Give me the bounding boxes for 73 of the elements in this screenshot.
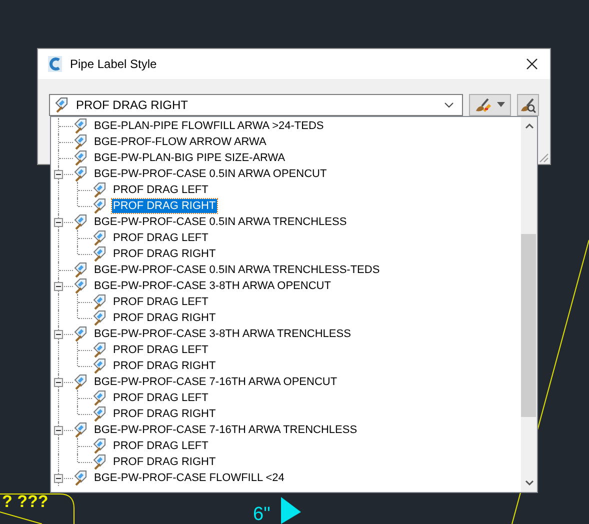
- app-logo-icon: [48, 56, 62, 72]
- brush-magnifier-icon: [520, 97, 536, 113]
- tree-item[interactable]: PROF DRAG LEFT: [112, 391, 210, 405]
- drawing-line: [0, 512, 42, 524]
- tree-item[interactable]: BGE-PW-PROF-CASE 3-8TH ARWA TRENCHLESS: [93, 327, 352, 341]
- tag-brush-icon: [73, 326, 89, 342]
- collapse-toggle-icon[interactable]: [54, 378, 63, 387]
- caret-icon: [496, 102, 506, 108]
- browse-style-button[interactable]: [517, 94, 539, 116]
- tag-brush-icon: [73, 262, 89, 278]
- tree-item[interactable]: PROF DRAG LEFT: [112, 231, 210, 245]
- annotation-text: ? ???: [2, 493, 48, 511]
- tag-brush-icon: [92, 358, 108, 374]
- chevron-up-icon: [524, 123, 534, 129]
- tree-item[interactable]: PROF DRAG LEFT: [112, 295, 210, 309]
- tree-item[interactable]: BGE-PW-PROF-CASE 7-16TH ARWA TRENCHLESS: [93, 423, 358, 437]
- tree-item[interactable]: PROF DRAG LEFT: [112, 343, 210, 357]
- tag-brush-icon: [54, 97, 70, 113]
- tag-brush-icon: [73, 278, 89, 294]
- collapse-toggle-icon[interactable]: [54, 282, 63, 291]
- tree-item[interactable]: PROF DRAG LEFT: [112, 183, 210, 197]
- tree-item[interactable]: PROF DRAG LEFT: [112, 439, 210, 453]
- tree-item[interactable]: PROF DRAG RIGHT: [112, 407, 217, 421]
- tag-brush-icon: [73, 166, 89, 182]
- collapse-toggle-icon[interactable]: [54, 474, 63, 483]
- tag-brush-icon: [92, 198, 108, 214]
- close-icon: [526, 58, 538, 70]
- tag-brush-icon: [73, 422, 89, 438]
- tag-brush-icon: [73, 374, 89, 390]
- tree-item[interactable]: BGE-PW-PROF-CASE 7-16TH ARWA OPENCUT: [93, 375, 338, 389]
- tag-brush-icon: [92, 406, 108, 422]
- tree-item[interactable]: BGE-PW-PROF-CASE 0.5IN ARWA TRENCHLESS-TEDS: [93, 263, 381, 277]
- tree-item[interactable]: BGE-PW-PROF-CASE 0.5IN ARWA OPENCUT: [93, 167, 328, 181]
- dimension-text: 6": [253, 505, 270, 524]
- chevron-down-icon: [444, 102, 454, 108]
- collapse-toggle-icon[interactable]: [54, 426, 63, 435]
- tag-brush-icon: [92, 310, 108, 326]
- style-dropdown[interactable]: PROF DRAG RIGHT: [49, 94, 463, 116]
- tree-item[interactable]: BGE-PW-PLAN-BIG PIPE SIZE-ARWA: [93, 151, 286, 165]
- edit-style-button[interactable]: [469, 94, 511, 116]
- window-title: Pipe Label Style: [70, 57, 157, 71]
- tree-item[interactable]: PROF DRAG RIGHT: [112, 311, 217, 325]
- tag-brush-icon: [92, 390, 108, 406]
- collapse-toggle-icon[interactable]: [54, 218, 63, 227]
- tree-item[interactable]: BGE-PW-PROF-CASE 0.5IN ARWA TRENCHLESS: [93, 215, 348, 229]
- collapse-toggle-icon[interactable]: [54, 330, 63, 339]
- tree-item[interactable]: BGE-PROF-FLOW ARROW ARWA: [93, 135, 268, 149]
- tree-item[interactable]: PROF DRAG RIGHT: [112, 247, 217, 261]
- tag-brush-icon: [92, 246, 108, 262]
- tree-item[interactable]: PROF DRAG RIGHT: [112, 455, 217, 469]
- tag-brush-icon: [73, 150, 89, 166]
- tree-item[interactable]: PROF DRAG RIGHT: [112, 359, 217, 373]
- brush-pencil-icon: [474, 97, 492, 113]
- chevron-down-icon: [524, 480, 534, 486]
- tag-brush-icon: [92, 342, 108, 358]
- resize-grip-icon: [537, 151, 549, 163]
- scrollbar-thumb[interactable]: [521, 234, 536, 417]
- tag-brush-icon: [92, 294, 108, 310]
- tree-item[interactable]: PROF DRAG RIGHT: [112, 199, 217, 213]
- tree-item[interactable]: BGE-PW-PROF-CASE FLOWFILL <24: [93, 471, 286, 485]
- arrow-head-marker: [281, 497, 301, 524]
- tag-brush-icon: [92, 454, 108, 470]
- tag-brush-icon: [73, 470, 89, 486]
- tag-brush-icon: [73, 118, 89, 134]
- collapse-toggle-icon[interactable]: [54, 170, 63, 179]
- tag-brush-icon: [92, 438, 108, 454]
- tag-brush-icon: [73, 214, 89, 230]
- tree-item[interactable]: BGE-PLAN-PIPE FLOWFILL ARWA >24-TEDS: [93, 119, 325, 133]
- tag-brush-icon: [73, 134, 89, 150]
- tree-item[interactable]: BGE-PW-PROF-CASE 3-8TH ARWA OPENCUT: [93, 279, 332, 293]
- tag-brush-icon: [92, 182, 108, 198]
- tag-brush-icon: [92, 230, 108, 246]
- scrollbar[interactable]: [521, 117, 537, 492]
